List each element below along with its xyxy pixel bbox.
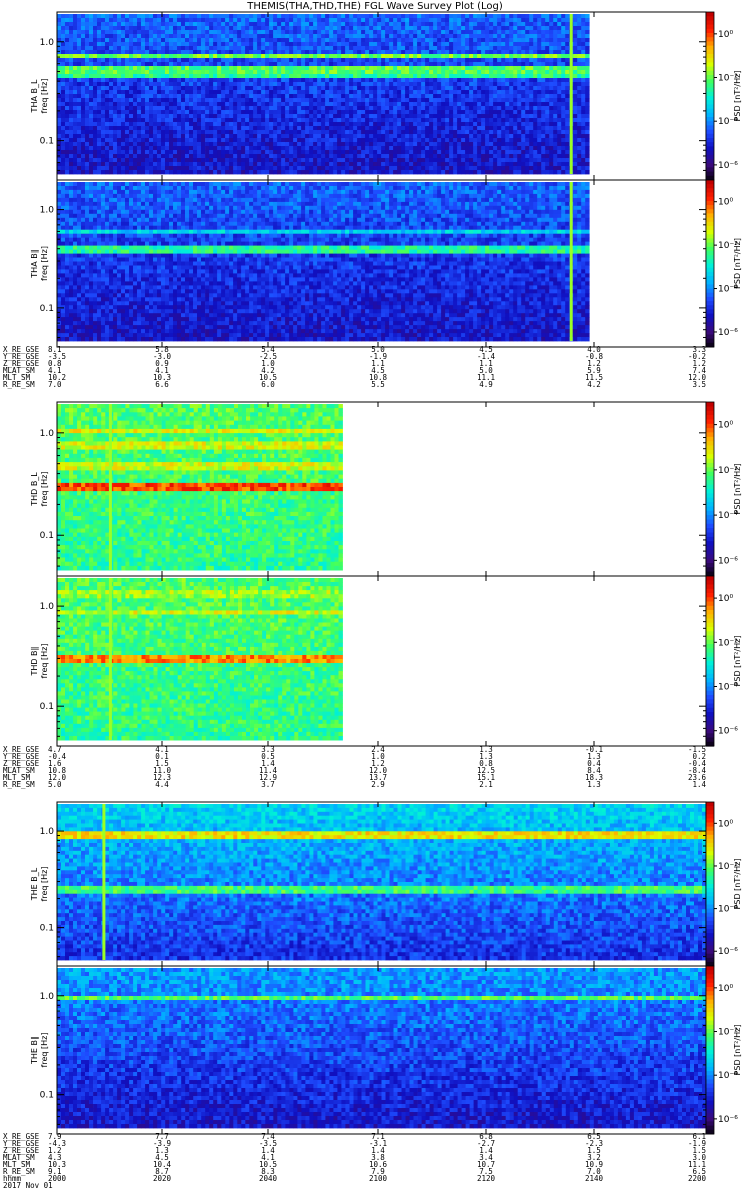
y-tick-label: 1.0 <box>40 429 55 439</box>
ephemeris-row-label: R_RE_SM <box>3 780 35 789</box>
colorbar-label: PSD [nT²/Hz] <box>733 1025 742 1076</box>
colorbar: 10⁰10⁻²10⁻⁴10⁻⁶PSD [nT²/Hz] <box>705 179 742 348</box>
spectral-artifact-line <box>102 804 106 960</box>
heatmap-cells <box>57 968 707 1129</box>
y-tick-label: 1.0 <box>40 38 55 48</box>
colorbar-tick-label: 10⁰ <box>718 421 733 431</box>
colorbar-tick-label: 10⁻⁶ <box>718 161 738 171</box>
y-tick-label: 0.1 <box>40 304 54 314</box>
colorbar-tick-label: 10⁰ <box>718 984 733 994</box>
y-axis-label: THE B∥ <box>30 1036 39 1065</box>
y-tick-label: 0.1 <box>40 137 54 147</box>
colorbar-tick-label: 10⁻⁶ <box>718 727 738 737</box>
colorbar-tick-label: 10⁰ <box>718 198 733 208</box>
spectrogram-panel-the-b_ii: 1.0 0.1 THE B∥ freq [Hz] <box>30 965 707 1135</box>
ephemeris-value: 2140 <box>585 1174 604 1183</box>
colorbar-tick-label: 10⁰ <box>718 30 733 40</box>
colorbar-tick-label: 10⁻⁶ <box>718 947 738 957</box>
y-axis-label: THA B_L <box>30 79 39 113</box>
spectral-artifact-line <box>108 578 112 740</box>
colorbar: 10⁰10⁻²10⁻⁴10⁻⁶PSD [nT²/Hz] <box>705 801 742 967</box>
ephemeris-value: 2020 <box>153 1174 172 1183</box>
y-axis-label: THD B∥ <box>30 646 39 676</box>
y-tick-label: 1.0 <box>40 992 55 1002</box>
ephemeris-value: 6.6 <box>155 380 169 389</box>
wave-survey-figure: 1.00.1THA B_L freq [Hz]1.00.1THA B∥ freq [… <box>3 11 742 1190</box>
ephemeris-value: 2040 <box>259 1174 278 1183</box>
y-tick-label: 0.1 <box>40 531 54 541</box>
y-tick-label: 1.0 <box>40 827 55 837</box>
ephemeris-value: 4.2 <box>587 380 601 389</box>
spectral-artifact-line <box>108 404 112 570</box>
ephemeris-value: 2120 <box>477 1174 496 1183</box>
y-axis-label: THA B∥ <box>30 249 39 278</box>
heatmap-cells <box>57 578 343 741</box>
colorbar-tick-label: 10⁻⁶ <box>718 328 738 338</box>
spectrogram-panel-thd-b_ii: 1.0 0.1 THD B∥ freq [Hz] <box>30 575 707 747</box>
colorbar: 10⁰10⁻²10⁻⁴10⁻⁶PSD [nT²/Hz] <box>705 11 742 181</box>
ephemeris-table-tha: X_RE_GSE 8.1 5.8 5.4 5.0 4.5 4.0 3.3Y_RE_GSE -3.… <box>3 345 706 389</box>
ephemeris-row-label: R_RE_SM <box>3 380 35 389</box>
colorbar: 10⁰10⁻²10⁻⁴10⁻⁶PSD [nT²/Hz] <box>705 401 742 577</box>
y-tick-label: 0.1 <box>40 702 54 712</box>
y-axis-unit: freq [Hz] <box>40 246 49 281</box>
ephemeris-value: 4.4 <box>155 780 169 789</box>
y-axis-label: THE B_L <box>30 867 39 901</box>
y-axis-unit: freq [Hz] <box>40 472 49 507</box>
ephemeris-value: 6.0 <box>261 380 275 389</box>
date-label: 2017 Nov 01 <box>3 1181 53 1190</box>
y-axis-unit: freq [Hz] <box>40 1033 49 1068</box>
ephemeris-value: 2.9 <box>371 780 385 789</box>
ephemeris-value: 4.9 <box>479 380 493 389</box>
colorbar-tick-label: 10⁰ <box>718 594 733 604</box>
spectral-artifact-line <box>569 14 573 174</box>
colorbar-label: PSD [nT²/Hz] <box>733 71 742 122</box>
ephemeris-value: 5.5 <box>371 380 385 389</box>
y-tick-label: 1.0 <box>40 206 55 216</box>
spectral-artifact-line <box>569 182 573 341</box>
ephemeris-value: 2.1 <box>479 780 493 789</box>
y-axis-unit: freq [Hz] <box>40 867 49 902</box>
spectrogram-panel-tha-b_l: 1.0 0.1 THA B_L freq [Hz] <box>30 11 707 181</box>
ephemeris-table-thd: X_RE_GSE 4.7 4.1 3.3 2.4 1.3 -0.1 -1.5Y_RE_GSE -… <box>3 745 706 789</box>
spectrogram-panel-the-b_l: 1.0 0.1 THE B_L freq [Hz] <box>30 801 707 967</box>
heatmap-cells <box>57 182 590 342</box>
y-axis-unit: freq [Hz] <box>40 644 49 679</box>
y-axis-label: THD B_L <box>30 472 39 507</box>
y-axis-unit: freq [Hz] <box>40 79 49 114</box>
y-tick-label: 0.1 <box>40 1091 54 1101</box>
ephemeris-value: 3.7 <box>261 780 275 789</box>
colorbar-label: PSD [nT²/Hz] <box>733 464 742 515</box>
ephemeris-value: 2200 <box>688 1174 707 1183</box>
colorbar: 10⁰10⁻²10⁻⁴10⁻⁶PSD [nT²/Hz] <box>705 575 742 747</box>
heatmap-cells <box>57 14 590 175</box>
y-tick-label: 1.0 <box>40 602 55 612</box>
ephemeris-value: 7.0 <box>48 380 62 389</box>
colorbar-label: PSD [nT²/Hz] <box>733 238 742 289</box>
colorbar-label: PSD [nT²/Hz] <box>733 636 742 687</box>
ephemeris-value: 1.3 <box>587 780 601 789</box>
ephemeris-value: 1.4 <box>692 780 706 789</box>
colorbar: 10⁰10⁻²10⁻⁴10⁻⁶PSD [nT²/Hz] <box>705 965 742 1135</box>
ephemeris-value: 2100 <box>369 1174 388 1183</box>
ephemeris-value: 5.0 <box>48 780 62 789</box>
colorbar-tick-label: 10⁻⁶ <box>718 1115 738 1125</box>
colorbar-tick-label: 10⁰ <box>718 819 733 829</box>
colorbar-tick-label: 10⁻⁶ <box>718 556 738 566</box>
heatmap-cells <box>57 804 707 961</box>
ephemeris-table-the: X_RE_GSE 7.9 7.7 7.4 7.1 6.8 6.5 6.1Y_RE_GSE -4.… <box>3 1132 706 1190</box>
y-tick-label: 0.1 <box>40 924 54 934</box>
heatmap-cells <box>57 404 343 571</box>
colorbar-label: PSD [nT²/Hz] <box>733 859 742 910</box>
spectrogram-panel-tha-b_ii: 1.0 0.1 THA B∥ freq [Hz] <box>30 179 707 348</box>
ephemeris-value: 3.5 <box>692 380 706 389</box>
spectrogram-panel-thd-b_l: 1.0 0.1 THD B_L freq [Hz] <box>30 401 707 577</box>
